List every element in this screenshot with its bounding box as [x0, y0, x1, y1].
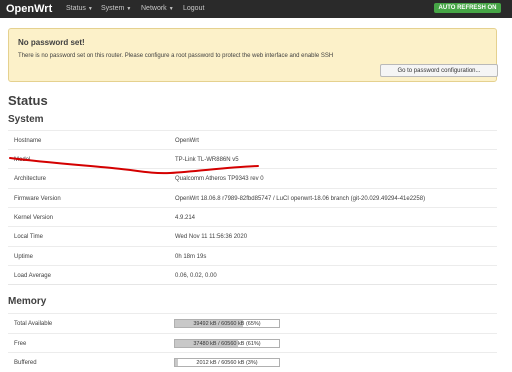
brand-logo[interactable]: OpenWrt: [6, 1, 52, 17]
row-label: Firmware Version: [14, 196, 61, 202]
nav-network-label: Network: [141, 5, 167, 12]
password-config-button[interactable]: Go to password configuration...: [380, 64, 498, 77]
nav-system-menu[interactable]: System ▼: [101, 0, 131, 18]
table-row-kernel: Kernel Version 4.9.214: [8, 207, 497, 227]
row-label: Kernel Version: [14, 215, 54, 221]
row-value: OpenWrt 18.06.8 r7989-82fbd85747 / LuCI …: [175, 196, 426, 202]
row-value: Qualcomm Atheros TP9343 rev 0: [175, 176, 264, 182]
table-row-uptime: Uptime 0h 18m 19s: [8, 246, 497, 266]
alert-message: There is no password set on this router.…: [18, 53, 334, 59]
chevron-down-icon: ▼: [126, 6, 132, 12]
nav-system-label: System: [101, 5, 125, 12]
chevron-down-icon: ▼: [87, 6, 93, 12]
nav-logout-label: Logout: [183, 5, 205, 12]
row-label: Load Average: [14, 273, 51, 279]
progress-text: 39492 kB / 60560 kB (65%): [193, 321, 261, 327]
progress-bar: 37480 kB / 60560 kB (61%): [174, 339, 280, 348]
table-row-hostname: Hostname OpenWrt: [8, 130, 497, 150]
progress-bar: 39492 kB / 60560 kB (65%): [174, 319, 280, 328]
row-label: Uptime: [14, 254, 34, 260]
auto-refresh-toggle[interactable]: AUTO REFRESH ON: [434, 3, 501, 13]
row-value: OpenWrt: [175, 138, 199, 144]
row-label: Model: [14, 157, 31, 163]
nav-status-menu[interactable]: Status ▼: [66, 0, 93, 18]
row-value: Wed Nov 11 11:56:36 2020: [175, 234, 248, 240]
table-row-architecture: Architecture Qualcomm Atheros TP9343 rev…: [8, 168, 497, 188]
progress-text: 2012 kB / 60560 kB (3%): [196, 360, 258, 366]
table-row-model: Model TP-Link TL-WR886N v5: [8, 149, 497, 169]
nav-network-menu[interactable]: Network ▼: [141, 0, 174, 18]
progress-bar: 2012 kB / 60560 kB (3%): [174, 358, 280, 367]
memory-section-title: Memory: [8, 296, 47, 307]
page-title: Status: [8, 93, 48, 108]
no-password-alert: No password set! There is no password se…: [8, 28, 498, 82]
progress-text: 37480 kB / 60560 kB (61%): [193, 341, 261, 347]
system-section-title: System: [8, 114, 44, 125]
table-bottom-divider: [8, 284, 497, 285]
row-label: Free: [14, 341, 27, 347]
row-label: Hostname: [14, 138, 42, 144]
table-row-total-available: Total Available 39492 kB / 60560 kB (65%…: [8, 313, 497, 333]
row-label: Architecture: [14, 176, 47, 182]
row-value: 0.06, 0.02, 0.00: [175, 273, 217, 279]
table-row-firmware: Firmware Version OpenWrt 18.06.8 r7989-8…: [8, 188, 497, 208]
row-label: Local Time: [14, 234, 44, 240]
nav-logout-link[interactable]: Logout: [183, 0, 204, 18]
top-navbar: OpenWrt Status ▼ System ▼ Network ▼ Logout …: [0, 0, 512, 18]
table-row-local-time: Local Time Wed Nov 11 11:56:36 2020: [8, 226, 497, 246]
alert-title: No password set!: [18, 38, 85, 47]
table-row-free: Free 37480 kB / 60560 kB (61%): [8, 333, 497, 353]
row-value: 4.9.214: [175, 215, 196, 221]
row-label: Buffered: [14, 360, 37, 366]
row-label: Total Available: [14, 321, 53, 327]
row-value: 0h 18m 19s: [175, 254, 207, 260]
nav-status-label: Status: [66, 5, 86, 12]
row-value: TP-Link TL-WR886N v5: [175, 157, 239, 163]
table-row-buffered: Buffered 2012 kB / 60560 kB (3%): [8, 352, 497, 372]
table-row-load-average: Load Average 0.06, 0.02, 0.00: [8, 265, 497, 285]
chevron-down-icon: ▼: [168, 6, 174, 12]
